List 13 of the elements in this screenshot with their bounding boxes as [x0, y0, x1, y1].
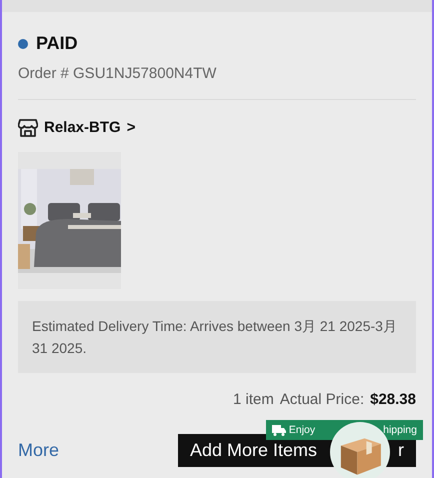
badge-text: Enjoy — [288, 424, 316, 436]
store-name[interactable]: Relax-BTG — [44, 119, 121, 136]
truck-icon — [272, 424, 286, 436]
price-value: $28.38 — [370, 391, 416, 408]
price-label: Actual Price: — [280, 391, 364, 408]
store-icon — [18, 118, 38, 137]
order-status: PAID — [36, 33, 78, 54]
chevron-icon[interactable]: > — [126, 119, 136, 136]
order-number: Order # GSU1NJ57800N4TW — [18, 65, 218, 82]
badge-text: hipping — [383, 424, 417, 436]
more-link[interactable]: More — [18, 440, 60, 461]
item-count: 1 item — [233, 391, 274, 408]
delivery-notice: Estimated Delivery Time: Arrives between 3月 21 2025-3月 31 2025. — [18, 301, 416, 373]
